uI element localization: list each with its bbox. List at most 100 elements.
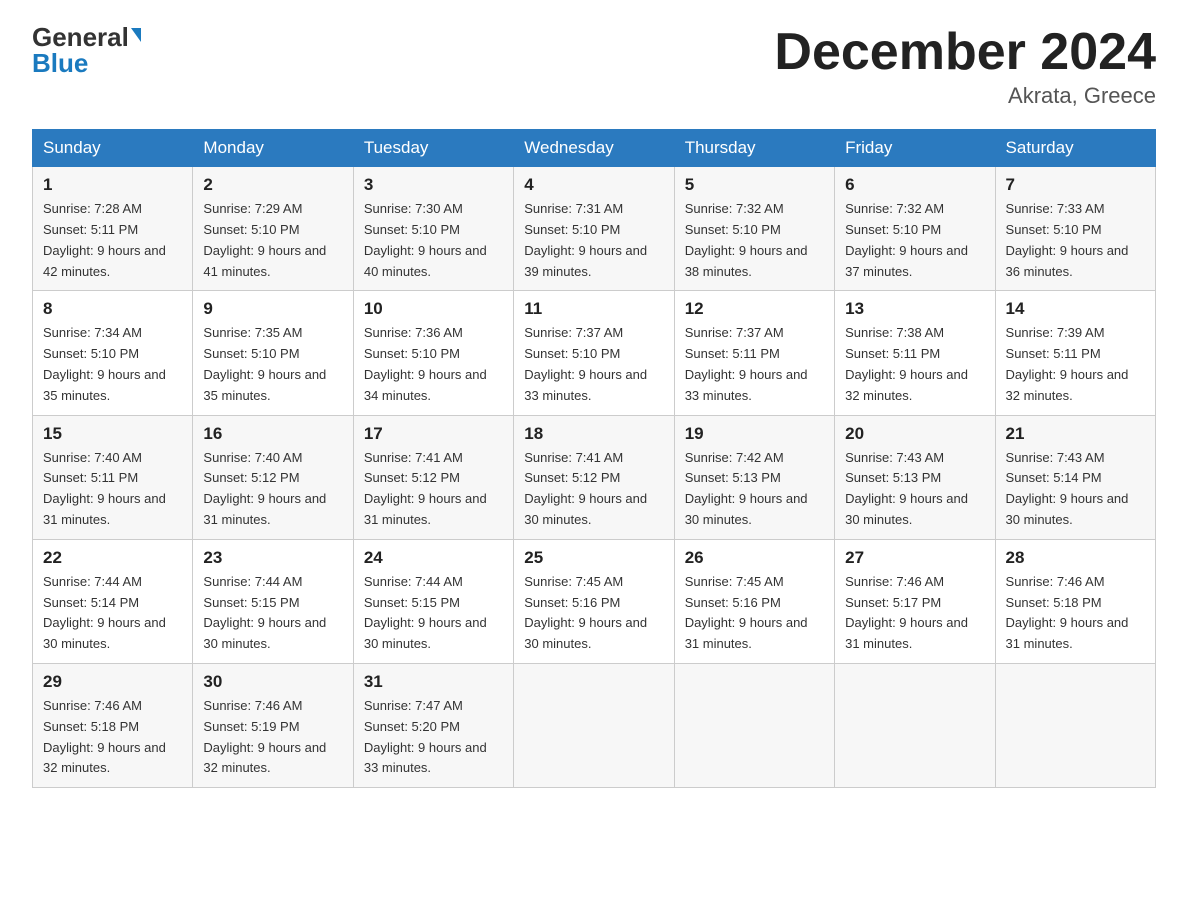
calendar-day-cell: 16Sunrise: 7:40 AMSunset: 5:12 PMDayligh…	[193, 415, 353, 539]
col-saturday: Saturday	[995, 130, 1155, 167]
header-row: Sunday Monday Tuesday Wednesday Thursday…	[33, 130, 1156, 167]
calendar-day-cell: 13 Sunrise: 7:38 AMSunset: 5:11 PMDayligh…	[835, 291, 995, 415]
day-number: 20	[845, 424, 984, 444]
logo: General Blue	[32, 24, 141, 76]
day-number: 23	[203, 548, 342, 568]
day-number: 9	[203, 299, 342, 319]
calendar-day-cell: 17 Sunrise: 7:41 AMSunset: 5:12 PMDayligh…	[353, 415, 513, 539]
day-info: Sunrise: 7:33 AMSunset: 5:10 PMDaylight:…	[1006, 199, 1145, 282]
calendar-day-cell: 15 Sunrise: 7:40 AMSunset: 5:11 PMDayligh…	[33, 415, 193, 539]
calendar-day-cell: 9 Sunrise: 7:35 AMSunset: 5:10 PMDaylight…	[193, 291, 353, 415]
day-info: Sunrise: 7:45 AMSunset: 5:16 PMDaylight:…	[685, 572, 824, 655]
day-number: 22	[43, 548, 182, 568]
calendar-day-cell: 30Sunrise: 7:46 AMSunset: 5:19 PMDayligh…	[193, 663, 353, 787]
col-sunday: Sunday	[33, 130, 193, 167]
calendar-day-cell: 3 Sunrise: 7:30 AMSunset: 5:10 PMDaylight…	[353, 167, 513, 291]
day-number: 31	[364, 672, 503, 692]
day-info: Sunrise: 7:36 AMSunset: 5:10 PMDaylight:…	[364, 323, 503, 406]
day-number: 5	[685, 175, 824, 195]
col-monday: Monday	[193, 130, 353, 167]
calendar-day-cell: 5 Sunrise: 7:32 AMSunset: 5:10 PMDaylight…	[674, 167, 834, 291]
day-info: Sunrise: 7:37 AMSunset: 5:11 PMDaylight:…	[685, 323, 824, 406]
day-number: 18	[524, 424, 663, 444]
day-info: Sunrise: 7:41 AMSunset: 5:12 PMDaylight:…	[364, 448, 503, 531]
day-number: 17	[364, 424, 503, 444]
day-info: Sunrise: 7:43 AMSunset: 5:14 PMDaylight:…	[1006, 448, 1145, 531]
col-friday: Friday	[835, 130, 995, 167]
day-info: Sunrise: 7:43 AMSunset: 5:13 PMDaylight:…	[845, 448, 984, 531]
day-number: 21	[1006, 424, 1145, 444]
calendar-day-cell: 1 Sunrise: 7:28 AMSunset: 5:11 PMDaylight…	[33, 167, 193, 291]
day-info: Sunrise: 7:29 AMSunset: 5:10 PMDaylight:…	[203, 199, 342, 282]
calendar-day-cell: 14Sunrise: 7:39 AMSunset: 5:11 PMDayligh…	[995, 291, 1155, 415]
day-number: 26	[685, 548, 824, 568]
title-block: December 2024 Akrata, Greece	[774, 24, 1156, 109]
calendar-day-cell: 20 Sunrise: 7:43 AMSunset: 5:13 PMDayligh…	[835, 415, 995, 539]
day-number: 15	[43, 424, 182, 444]
calendar-day-cell: 8 Sunrise: 7:34 AMSunset: 5:10 PMDaylight…	[33, 291, 193, 415]
day-number: 28	[1006, 548, 1145, 568]
day-number: 29	[43, 672, 182, 692]
day-info: Sunrise: 7:46 AMSunset: 5:18 PMDaylight:…	[1006, 572, 1145, 655]
calendar-day-cell: 28 Sunrise: 7:46 AMSunset: 5:18 PMDayligh…	[995, 539, 1155, 663]
day-number: 3	[364, 175, 503, 195]
day-info: Sunrise: 7:39 AMSunset: 5:11 PMDaylight:…	[1006, 323, 1145, 406]
day-number: 6	[845, 175, 984, 195]
calendar-day-cell: 26 Sunrise: 7:45 AMSunset: 5:16 PMDayligh…	[674, 539, 834, 663]
day-number: 11	[524, 299, 663, 319]
day-number: 1	[43, 175, 182, 195]
calendar-week-row: 22 Sunrise: 7:44 AMSunset: 5:14 PMDayligh…	[33, 539, 1156, 663]
day-number: 2	[203, 175, 342, 195]
logo-blue-text: Blue	[32, 50, 88, 76]
calendar-day-cell: 22 Sunrise: 7:44 AMSunset: 5:14 PMDayligh…	[33, 539, 193, 663]
calendar-day-cell: 18Sunrise: 7:41 AMSunset: 5:12 PMDayligh…	[514, 415, 674, 539]
day-info: Sunrise: 7:28 AMSunset: 5:11 PMDaylight:…	[43, 199, 182, 282]
day-number: 13	[845, 299, 984, 319]
day-number: 12	[685, 299, 824, 319]
page-header: General Blue December 2024 Akrata, Greec…	[32, 24, 1156, 109]
logo-general-text: General	[32, 24, 129, 50]
calendar-day-cell: 11 Sunrise: 7:37 AMSunset: 5:10 PMDayligh…	[514, 291, 674, 415]
col-tuesday: Tuesday	[353, 130, 513, 167]
calendar-day-cell: 23Sunrise: 7:44 AMSunset: 5:15 PMDayligh…	[193, 539, 353, 663]
day-info: Sunrise: 7:32 AMSunset: 5:10 PMDaylight:…	[685, 199, 824, 282]
day-number: 8	[43, 299, 182, 319]
calendar-day-cell: 6Sunrise: 7:32 AMSunset: 5:10 PMDaylight…	[835, 167, 995, 291]
day-info: Sunrise: 7:45 AMSunset: 5:16 PMDaylight:…	[524, 572, 663, 655]
calendar-day-cell: 7 Sunrise: 7:33 AMSunset: 5:10 PMDaylight…	[995, 167, 1155, 291]
calendar-week-row: 8 Sunrise: 7:34 AMSunset: 5:10 PMDaylight…	[33, 291, 1156, 415]
day-info: Sunrise: 7:40 AMSunset: 5:12 PMDaylight:…	[203, 448, 342, 531]
calendar-day-cell: 29 Sunrise: 7:46 AMSunset: 5:18 PMDayligh…	[33, 663, 193, 787]
day-info: Sunrise: 7:35 AMSunset: 5:10 PMDaylight:…	[203, 323, 342, 406]
day-number: 4	[524, 175, 663, 195]
calendar-day-cell: 12 Sunrise: 7:37 AMSunset: 5:11 PMDayligh…	[674, 291, 834, 415]
day-info: Sunrise: 7:44 AMSunset: 5:15 PMDaylight:…	[364, 572, 503, 655]
day-number: 25	[524, 548, 663, 568]
day-number: 27	[845, 548, 984, 568]
day-info: Sunrise: 7:34 AMSunset: 5:10 PMDaylight:…	[43, 323, 182, 406]
calendar-day-cell	[995, 663, 1155, 787]
calendar-day-cell: 2 Sunrise: 7:29 AMSunset: 5:10 PMDaylight…	[193, 167, 353, 291]
logo-triangle-icon	[131, 28, 141, 42]
day-info: Sunrise: 7:38 AMSunset: 5:11 PMDaylight:…	[845, 323, 984, 406]
day-number: 7	[1006, 175, 1145, 195]
day-info: Sunrise: 7:46 AMSunset: 5:17 PMDaylight:…	[845, 572, 984, 655]
calendar-day-cell: 4Sunrise: 7:31 AMSunset: 5:10 PMDaylight…	[514, 167, 674, 291]
calendar-day-cell: 10 Sunrise: 7:36 AMSunset: 5:10 PMDayligh…	[353, 291, 513, 415]
day-info: Sunrise: 7:40 AMSunset: 5:11 PMDaylight:…	[43, 448, 182, 531]
day-info: Sunrise: 7:46 AMSunset: 5:19 PMDaylight:…	[203, 696, 342, 779]
calendar-day-cell	[674, 663, 834, 787]
day-info: Sunrise: 7:37 AMSunset: 5:10 PMDaylight:…	[524, 323, 663, 406]
calendar-day-cell: 21 Sunrise: 7:43 AMSunset: 5:14 PMDayligh…	[995, 415, 1155, 539]
calendar-day-cell	[835, 663, 995, 787]
location-subtitle: Akrata, Greece	[774, 83, 1156, 109]
day-info: Sunrise: 7:46 AMSunset: 5:18 PMDaylight:…	[43, 696, 182, 779]
calendar-week-row: 29 Sunrise: 7:46 AMSunset: 5:18 PMDayligh…	[33, 663, 1156, 787]
calendar-week-row: 15 Sunrise: 7:40 AMSunset: 5:11 PMDayligh…	[33, 415, 1156, 539]
calendar-day-cell: 25 Sunrise: 7:45 AMSunset: 5:16 PMDayligh…	[514, 539, 674, 663]
day-info: Sunrise: 7:44 AMSunset: 5:14 PMDaylight:…	[43, 572, 182, 655]
calendar-day-cell: 31Sunrise: 7:47 AMSunset: 5:20 PMDayligh…	[353, 663, 513, 787]
day-number: 10	[364, 299, 503, 319]
day-info: Sunrise: 7:30 AMSunset: 5:10 PMDaylight:…	[364, 199, 503, 282]
col-wednesday: Wednesday	[514, 130, 674, 167]
